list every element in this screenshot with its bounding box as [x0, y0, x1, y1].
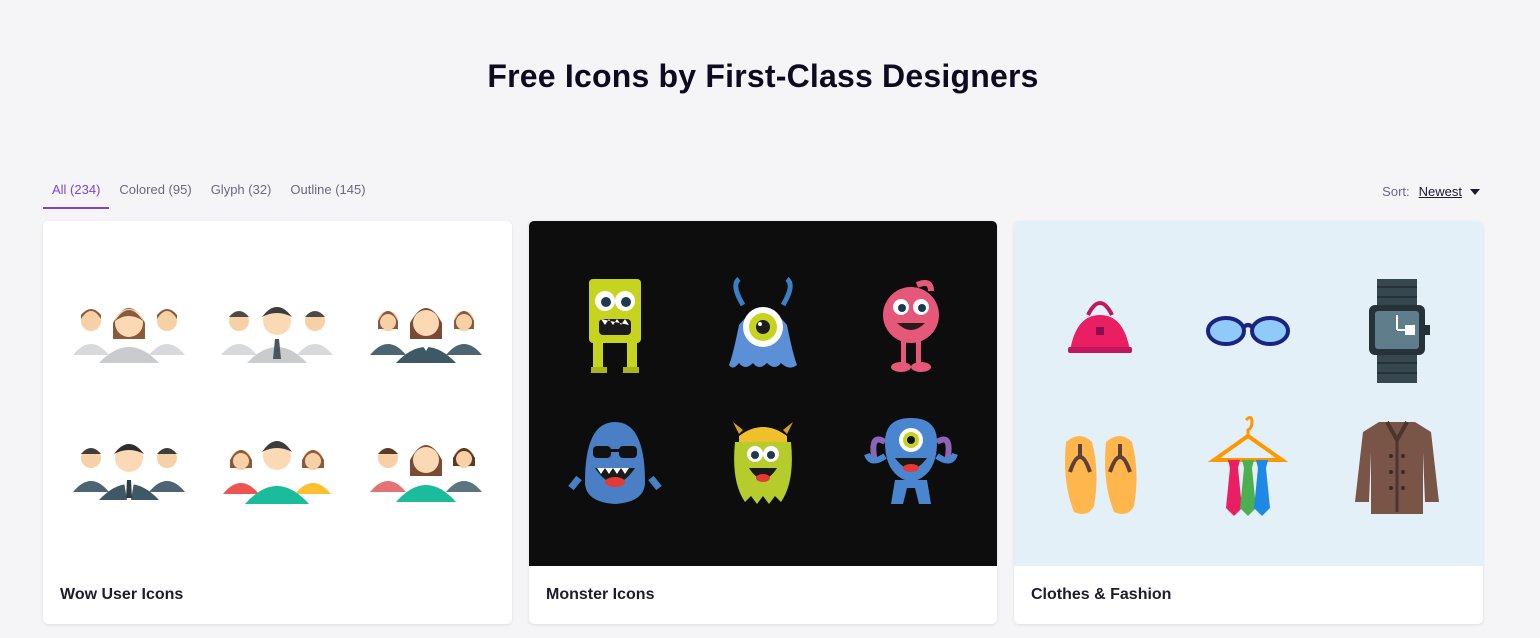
user-group-men-dark-icon	[55, 399, 203, 537]
sort-dropdown[interactable]: Newest	[1419, 184, 1462, 199]
pack-title[interactable]: Clothes & Fashion	[1031, 586, 1171, 604]
tab-all[interactable]: All (234)	[43, 172, 110, 209]
blue-one-eye-monster-icon	[689, 261, 837, 399]
tab-outline[interactable]: Outline (145)	[281, 172, 374, 209]
pack-title[interactable]: Wow User Icons	[60, 586, 183, 604]
user-group-women-icon	[55, 261, 203, 399]
ties-on-hanger-icon	[1174, 399, 1322, 537]
pack-preview	[529, 221, 997, 566]
pack-preview	[43, 221, 512, 566]
pink-monster-icon	[837, 261, 985, 399]
user-group-colored-icon	[203, 399, 351, 537]
user-group-colored-women-icon	[352, 399, 500, 537]
tab-glyph[interactable]: Glyph (32)	[202, 172, 281, 209]
icon-pack-card[interactable]: Clothes & Fashion	[1014, 221, 1483, 624]
tab-colored[interactable]: Colored (95)	[110, 172, 200, 209]
filter-tabs: All (234) Colored (95) Glyph (32) Outlin…	[43, 172, 376, 209]
caret-down-icon[interactable]	[1470, 189, 1480, 195]
handbag-icon	[1026, 261, 1174, 399]
pack-preview	[1014, 221, 1483, 566]
jacket-icon	[1323, 399, 1471, 537]
glasses-icon	[1174, 261, 1322, 399]
blue-cyclops-monster-icon	[837, 399, 985, 537]
green-block-monster-icon	[541, 261, 689, 399]
wristwatch-icon	[1323, 261, 1471, 399]
icon-pack-card[interactable]: Wow User Icons	[43, 221, 512, 624]
sort-label: Sort:	[1382, 184, 1410, 199]
user-group-men-icon	[203, 261, 351, 399]
blue-sunglasses-monster-icon	[541, 399, 689, 537]
sort-control: Sort: Newest	[1382, 184, 1480, 199]
pack-title[interactable]: Monster Icons	[546, 586, 654, 604]
page-title: Free Icons by First-Class Designers	[487, 58, 1039, 94]
yellow-horned-monster-icon	[689, 399, 837, 537]
user-group-women-dark-icon	[352, 261, 500, 399]
icon-pack-card[interactable]: Monster Icons	[529, 221, 997, 624]
flip-flops-icon	[1026, 399, 1174, 537]
